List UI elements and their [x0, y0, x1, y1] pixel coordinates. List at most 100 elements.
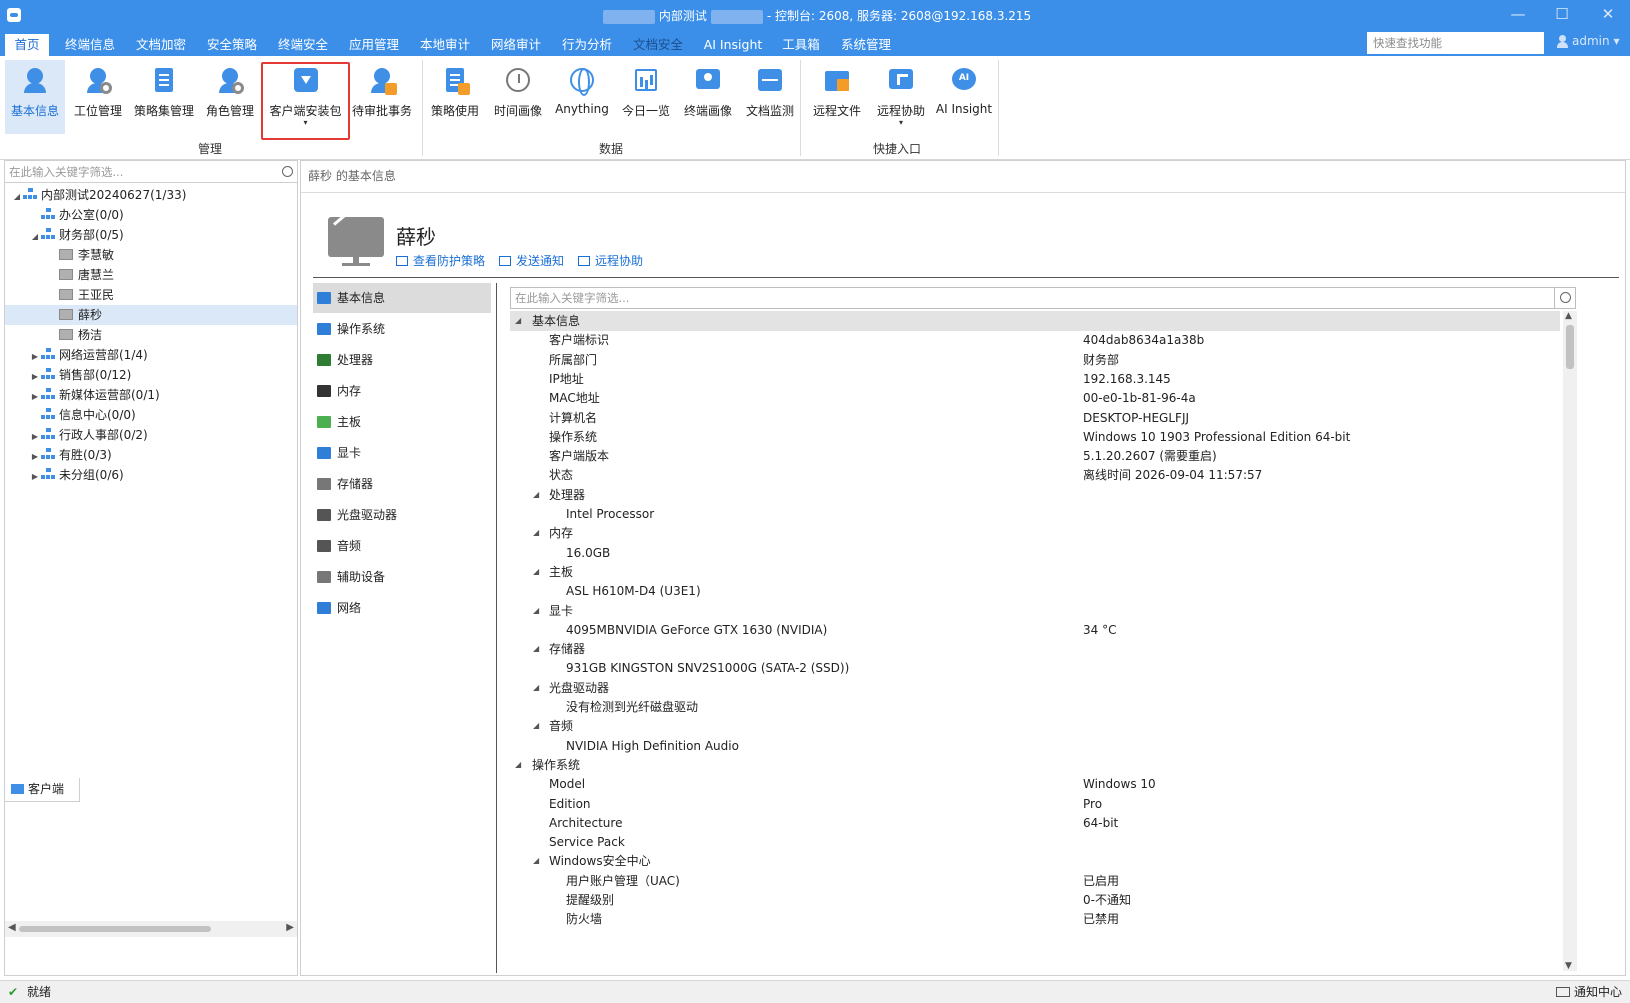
maximize-button[interactable]: ☐ — [1552, 4, 1572, 24]
tree-node[interactable]: ▶ 新媒体运营部(0/1) — [29, 385, 160, 405]
search-icon[interactable] — [1560, 292, 1571, 303]
tab-9[interactable]: 文档安全 — [626, 34, 690, 56]
collapse-arrow-icon[interactable]: ◢ — [533, 716, 539, 736]
property-group-row[interactable]: ◢ 主板 — [510, 562, 1560, 582]
ribbon-button-8[interactable]: Anything — [551, 60, 613, 134]
tree-node[interactable]: ▶ 销售部(0/12) — [29, 365, 131, 385]
collapse-arrow-icon[interactable]: ◢ — [533, 562, 539, 582]
collapsed-arrow-icon[interactable]: ▶ — [29, 347, 41, 367]
user-menu[interactable]: admin ▾ — [1557, 34, 1619, 48]
collapsed-arrow-icon[interactable]: ▶ — [29, 367, 41, 387]
tab-2[interactable]: 文档加密 — [129, 34, 193, 56]
collapse-arrow-icon[interactable]: ◢ — [533, 601, 539, 621]
scrollbar-thumb[interactable] — [1566, 325, 1574, 369]
tree-node[interactable]: ▶ 有胜(0/3) — [29, 445, 112, 465]
category-item[interactable]: 辅助设备 — [313, 562, 491, 592]
tree-node[interactable]: ◢ 内部测试20240627(1/33) — [11, 185, 186, 205]
tab-1[interactable]: 终端信息 — [58, 34, 122, 56]
tab-3[interactable]: 安全策略 — [200, 34, 264, 56]
category-item[interactable]: 存储器 — [313, 469, 491, 499]
tab-5[interactable]: 应用管理 — [342, 34, 406, 56]
category-item[interactable]: 显卡 — [313, 438, 491, 468]
tab-12[interactable]: 系统管理 — [834, 34, 898, 56]
notification-center-button[interactable]: 通知中心 — [1555, 981, 1622, 1003]
ribbon-button-6[interactable]: 策略使用 — [425, 60, 485, 134]
action-link-2[interactable]: 远程协助 — [578, 254, 643, 268]
tree-node[interactable]: ▶ 未分组(0/6) — [29, 465, 124, 485]
category-item[interactable]: 基本信息 — [313, 283, 491, 313]
category-item[interactable]: 网络 — [313, 593, 491, 623]
tree-node[interactable]: 办公室(0/0) — [29, 205, 124, 225]
close-button[interactable]: ✕ — [1598, 4, 1618, 24]
category-item[interactable]: 音频 — [313, 531, 491, 561]
ribbon-button-7[interactable]: 时间画像 — [487, 60, 549, 134]
tree-node[interactable]: 唐慧兰 — [47, 265, 114, 285]
ribbon-button-2[interactable]: 策略集管理 — [130, 60, 198, 134]
property-group-row[interactable]: ◢ 操作系统 — [510, 755, 1560, 775]
scroll-up-icon[interactable]: ▲ — [1565, 311, 1572, 321]
collapse-arrow-icon[interactable]: ◢ — [533, 485, 539, 505]
scroll-left-icon[interactable]: ◀ — [8, 922, 16, 933]
collapse-arrow-icon[interactable]: ◢ — [515, 311, 521, 331]
collapsed-arrow-icon[interactable]: ▶ — [29, 467, 41, 487]
category-item[interactable]: 主板 — [313, 407, 491, 437]
collapsed-arrow-icon[interactable]: ▶ — [29, 427, 41, 447]
tab-4[interactable]: 终端安全 — [271, 34, 335, 56]
category-item[interactable]: 光盘驱动器 — [313, 500, 491, 530]
collapsed-arrow-icon[interactable]: ▶ — [29, 387, 41, 407]
property-group-row[interactable]: ◢ 处理器 — [510, 485, 1560, 505]
expanded-arrow-icon[interactable]: ◢ — [29, 227, 41, 247]
collapse-arrow-icon[interactable]: ◢ — [533, 523, 539, 543]
vertical-scrollbar[interactable]: ▲ ▼ — [1563, 311, 1577, 971]
collapsed-arrow-icon[interactable]: ▶ — [29, 447, 41, 467]
minimize-button[interactable]: — — [1508, 4, 1528, 24]
tab-7[interactable]: 网络审计 — [484, 34, 548, 56]
tab-8[interactable]: 行为分析 — [555, 34, 619, 56]
ribbon-button-14[interactable]: AI Insight — [933, 60, 995, 134]
collapse-arrow-icon[interactable]: ◢ — [515, 755, 521, 775]
property-group-row[interactable]: ◢ 存储器 — [510, 639, 1560, 659]
tree-node[interactable]: 杨洁 — [47, 325, 102, 345]
property-group-row[interactable]: ◢ 显卡 — [510, 601, 1560, 621]
ribbon-button-12[interactable]: 远程文件 — [806, 60, 868, 134]
search-icon[interactable] — [282, 166, 293, 177]
action-link-1[interactable]: 发送通知 — [499, 254, 564, 268]
tab-6[interactable]: 本地审计 — [413, 34, 477, 56]
ribbon-button-10[interactable]: 终端画像 — [677, 60, 739, 134]
expanded-arrow-icon[interactable]: ◢ — [11, 187, 23, 207]
tree-node[interactable]: ▶ 网络运营部(1/4) — [29, 345, 148, 365]
category-item[interactable]: 操作系统 — [313, 314, 491, 344]
tree-filter-input[interactable]: 在此输入关键字筛选... — [5, 161, 297, 183]
ribbon-button-13[interactable]: 远程协助 ▾ — [870, 60, 932, 134]
property-group-row[interactable]: ◢ Windows安全中心 — [510, 851, 1560, 871]
ribbon-button-11[interactable]: 文档监测 — [739, 60, 801, 134]
action-link-0[interactable]: 查看防护策略 — [396, 254, 485, 268]
tree-node[interactable]: 王亚民 — [47, 285, 114, 305]
tab-0[interactable]: 首页 — [5, 34, 49, 56]
tab-client[interactable]: 客户端 — [4, 778, 80, 802]
ribbon-button-9[interactable]: 今日一览 — [615, 60, 677, 134]
detail-filter-input[interactable]: 在此输入关键字筛选... — [510, 287, 1576, 309]
scroll-down-icon[interactable]: ▼ — [1565, 961, 1572, 971]
tree-node[interactable]: 李慧敏 — [47, 245, 114, 265]
property-group-row[interactable]: ◢ 内存 — [510, 523, 1560, 543]
property-group-row[interactable]: ◢ 光盘驱动器 — [510, 678, 1560, 698]
collapse-arrow-icon[interactable]: ◢ — [533, 678, 539, 698]
category-item[interactable]: 处理器 — [313, 345, 491, 375]
ribbon-button-5[interactable]: 待审批事务 — [350, 60, 414, 134]
horizontal-scrollbar[interactable]: ◀ ▶ — [5, 921, 297, 937]
scrollbar-thumb[interactable] — [19, 926, 211, 932]
tree-node[interactable]: ▶ 行政人事部(0/2) — [29, 425, 148, 445]
tab-10[interactable]: AI Insight — [697, 34, 769, 56]
collapse-arrow-icon[interactable]: ◢ — [533, 851, 539, 871]
property-group-row[interactable]: ◢ 音频 — [510, 716, 1560, 736]
ribbon-button-1[interactable]: 工位管理 — [67, 60, 129, 134]
tree-node[interactable]: 信息中心(0/0) — [29, 405, 136, 425]
quick-search-input[interactable]: 快速查找功能 — [1367, 32, 1544, 54]
ribbon-button-3[interactable]: 角色管理 — [200, 60, 260, 134]
tree-node[interactable]: 薛秒 — [5, 305, 297, 325]
collapse-arrow-icon[interactable]: ◢ — [533, 639, 539, 659]
category-item[interactable]: 内存 — [313, 376, 491, 406]
ribbon-button-0[interactable]: 基本信息 — [5, 60, 65, 134]
scroll-right-icon[interactable]: ▶ — [286, 922, 294, 933]
